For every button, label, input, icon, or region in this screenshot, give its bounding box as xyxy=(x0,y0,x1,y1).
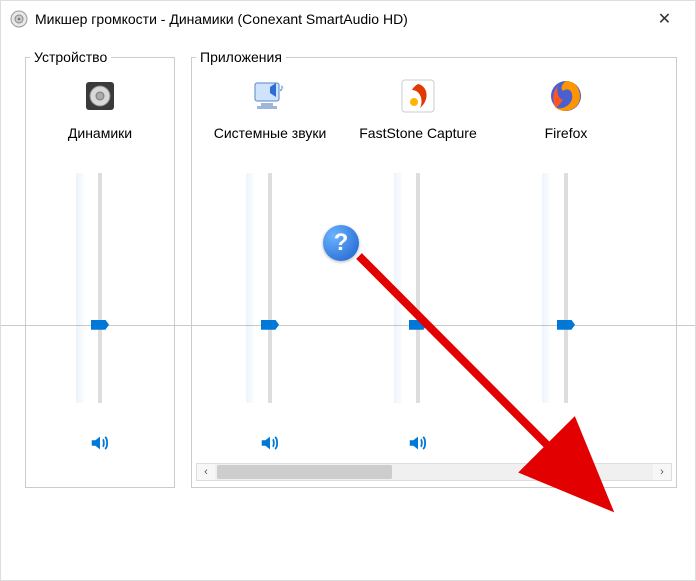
svg-text:♪: ♪ xyxy=(279,83,284,94)
titlebar: Микшер громкости - Динамики (Conexant Sm… xyxy=(1,1,695,37)
close-icon: ✕ xyxy=(658,9,671,29)
app-mute-button[interactable] xyxy=(404,429,432,457)
device-section-label: Устройство xyxy=(30,49,111,65)
device-volume-slider[interactable] xyxy=(82,173,118,403)
application-columns: ♪ Системные звуки FastStone Capture xyxy=(196,69,672,457)
scrollbar-track[interactable] xyxy=(215,464,653,480)
device-column: Динамики xyxy=(30,69,170,457)
scroll-right-button[interactable]: › xyxy=(653,464,671,480)
app-mute-button[interactable] xyxy=(256,429,284,457)
firefox-icon[interactable] xyxy=(545,75,587,117)
app-column: ♪ Системные звуки xyxy=(196,69,344,457)
faststone-icon[interactable] xyxy=(397,75,439,117)
window-title: Микшер громкости - Динамики (Conexant Sm… xyxy=(35,11,642,27)
system-sounds-icon[interactable]: ♪ xyxy=(249,75,291,117)
app-label: Firefox xyxy=(545,125,588,159)
app-label: FastStone Capture xyxy=(359,125,477,159)
content-area: Устройство Динамики Приложения xyxy=(1,37,695,502)
device-group: Устройство Динамики xyxy=(25,49,175,488)
app-volume-slider[interactable] xyxy=(548,173,584,403)
applications-group: Приложения ♪ Системные звуки FastStone C… xyxy=(191,49,677,488)
app-volume-slider[interactable] xyxy=(252,173,288,403)
app-mute-button[interactable] xyxy=(552,429,580,457)
close-button[interactable]: ✕ xyxy=(642,4,687,34)
device-mute-button[interactable] xyxy=(86,429,114,457)
app-column: Firefox xyxy=(492,69,640,457)
speaker-device-icon[interactable] xyxy=(79,75,121,117)
app-volume-slider[interactable] xyxy=(400,173,436,403)
app-icon xyxy=(9,9,29,29)
app-label: Системные звуки xyxy=(214,125,327,159)
scrollbar-thumb[interactable] xyxy=(217,465,392,479)
app-column: FastStone Capture xyxy=(344,69,492,457)
applications-section-label: Приложения xyxy=(196,49,286,65)
scroll-left-button[interactable]: ‹ xyxy=(197,464,215,480)
device-label: Динамики xyxy=(68,125,132,159)
horizontal-scrollbar[interactable]: ‹ › xyxy=(196,463,672,481)
